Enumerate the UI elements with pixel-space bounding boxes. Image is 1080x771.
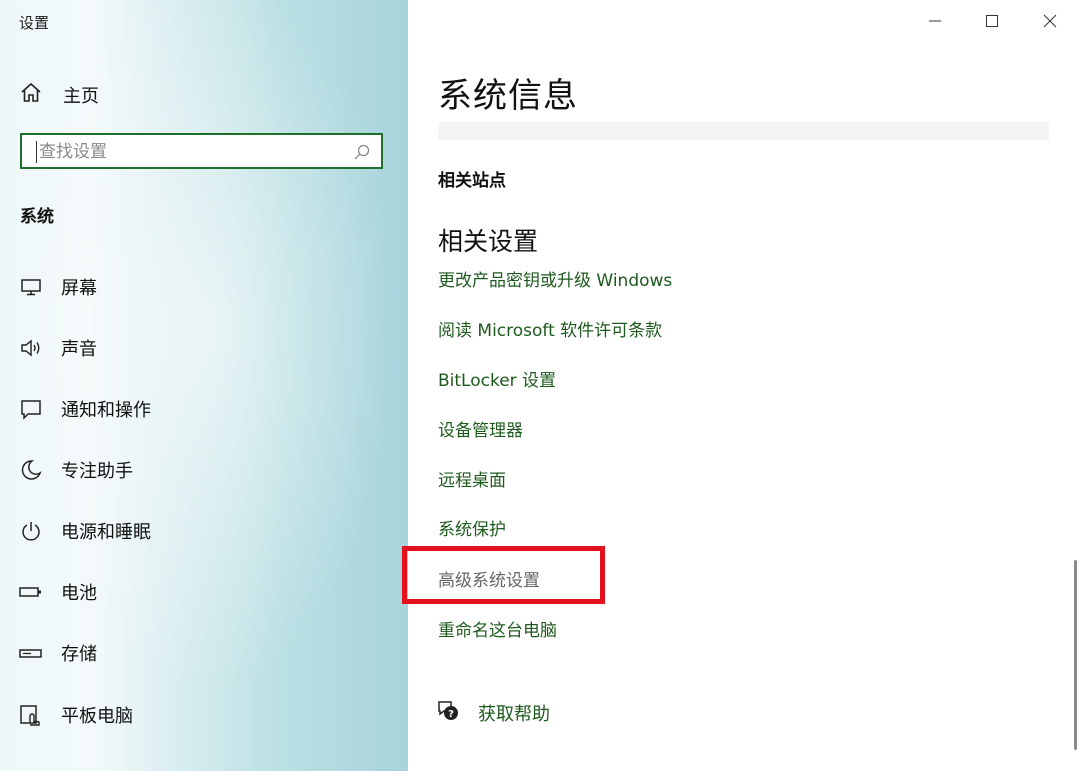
monitor-icon bbox=[18, 274, 44, 300]
get-help-label: 获取帮助 bbox=[478, 704, 550, 725]
link-bitlocker-settings[interactable]: BitLocker 设置 bbox=[438, 366, 556, 391]
settings-sidebar: 设置 主页 系统 屏幕 声音 通知和操作 专注助手 bbox=[0, 0, 408, 771]
page-title: 系统信息 bbox=[438, 76, 578, 116]
sidebar-item-display[interactable]: 屏幕 bbox=[18, 272, 97, 302]
sidebar-item-partial[interactable] bbox=[20, 764, 180, 771]
maximize-icon bbox=[986, 15, 998, 27]
sidebar-item-tablet[interactable]: 平板电脑 bbox=[18, 700, 133, 730]
sidebar-item-battery[interactable]: 电池 bbox=[18, 577, 97, 607]
sidebar-item-label: 电池 bbox=[61, 583, 97, 604]
help-chat-icon: ? bbox=[436, 700, 460, 726]
notification-icon bbox=[18, 396, 44, 422]
search-input[interactable] bbox=[36, 141, 349, 163]
moon-icon bbox=[18, 457, 44, 483]
minimize-button[interactable] bbox=[912, 6, 958, 36]
content-divider-bar bbox=[438, 122, 1049, 140]
speaker-icon bbox=[18, 335, 44, 361]
app-title: 设置 bbox=[19, 14, 50, 32]
storage-icon bbox=[18, 640, 44, 666]
link-license-terms[interactable]: 阅读 Microsoft 软件许可条款 bbox=[438, 316, 662, 341]
sidebar-item-home[interactable]: 主页 bbox=[18, 80, 99, 110]
link-change-product-key[interactable]: 更改产品密钥或升级 Windows bbox=[438, 266, 672, 291]
sidebar-item-label: 屏幕 bbox=[61, 278, 97, 299]
link-remote-desktop[interactable]: 远程桌面 bbox=[438, 466, 506, 491]
main-content: 系统信息 相关站点 相关设置 更改产品密钥或升级 Windows 阅读 Micr… bbox=[402, 0, 1080, 771]
sidebar-item-label: 电源和睡眠 bbox=[61, 522, 151, 543]
sidebar-item-focus-assist[interactable]: 专注助手 bbox=[18, 455, 133, 485]
related-sites-heading: 相关站点 bbox=[438, 171, 506, 191]
search-icon[interactable] bbox=[353, 143, 371, 165]
section-heading-system: 系统 bbox=[20, 207, 54, 227]
link-device-manager[interactable]: 设备管理器 bbox=[438, 416, 523, 441]
close-icon bbox=[1043, 14, 1057, 28]
sidebar-item-storage[interactable]: 存储 bbox=[18, 638, 97, 668]
power-icon bbox=[18, 518, 44, 544]
home-icon bbox=[18, 80, 44, 110]
minimize-icon bbox=[929, 20, 941, 22]
sidebar-item-label: 声音 bbox=[61, 339, 97, 360]
sidebar-item-label: 专注助手 bbox=[61, 461, 133, 482]
link-system-protection[interactable]: 系统保护 bbox=[438, 515, 506, 540]
get-help-link[interactable]: ? 获取帮助 bbox=[436, 700, 550, 726]
sidebar-item-label: 存储 bbox=[61, 644, 97, 665]
related-settings-heading: 相关设置 bbox=[438, 227, 539, 256]
home-label: 主页 bbox=[63, 86, 99, 107]
maximize-button[interactable] bbox=[969, 6, 1015, 36]
sidebar-item-label: 通知和操作 bbox=[61, 400, 151, 421]
sidebar-item-notifications[interactable]: 通知和操作 bbox=[18, 394, 151, 424]
scrollbar-thumb[interactable] bbox=[1074, 560, 1077, 750]
sidebar-item-sound[interactable]: 声音 bbox=[18, 333, 97, 363]
highlight-box bbox=[402, 546, 605, 604]
sidebar-item-power-sleep[interactable]: 电源和睡眠 bbox=[18, 516, 151, 546]
search-box[interactable] bbox=[20, 133, 383, 169]
close-button[interactable] bbox=[1027, 6, 1073, 36]
svg-text:?: ? bbox=[448, 709, 454, 720]
link-rename-pc[interactable]: 重命名这台电脑 bbox=[438, 616, 557, 641]
tablet-icon bbox=[18, 702, 44, 728]
battery-icon bbox=[18, 579, 44, 605]
sidebar-item-label: 平板电脑 bbox=[61, 706, 133, 727]
